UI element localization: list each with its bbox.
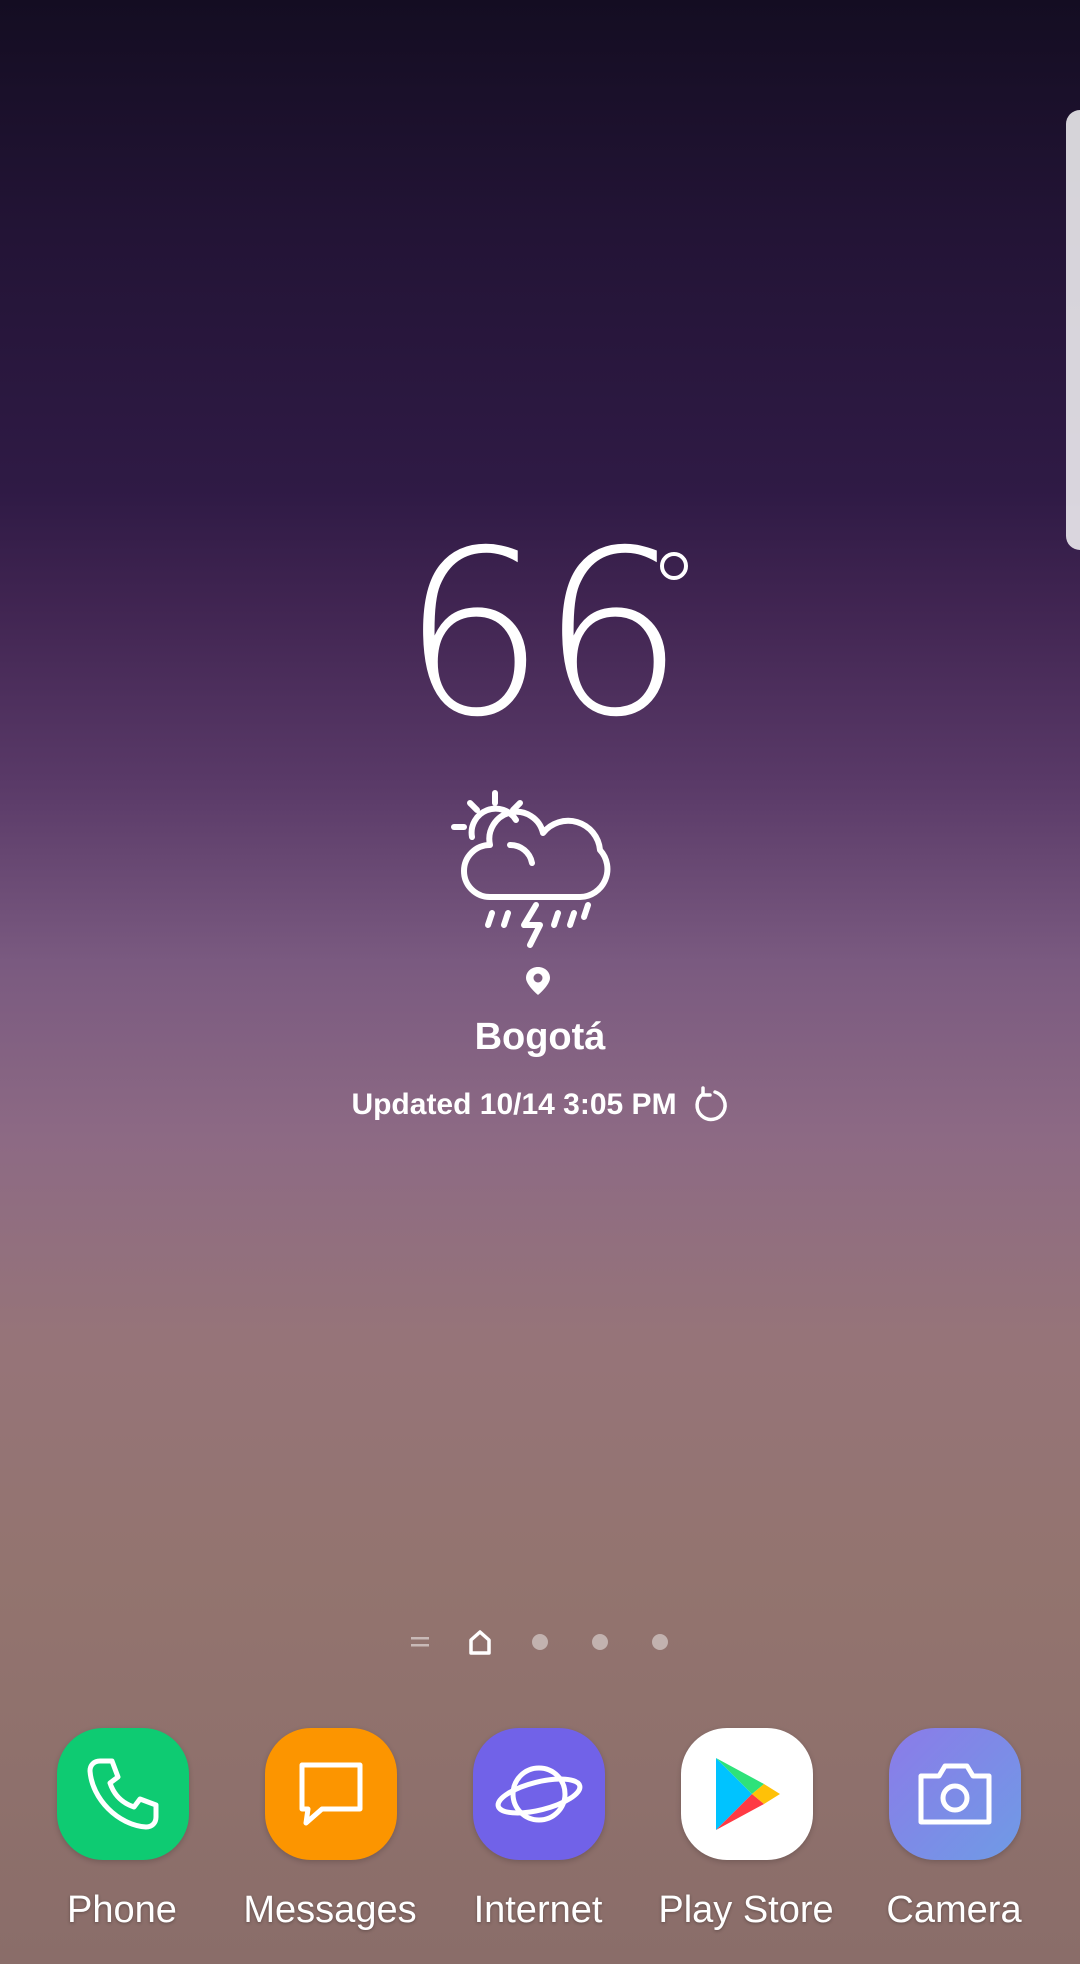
page-dot[interactable] [642,1624,678,1660]
camera-icon[interactable] [889,1728,1021,1860]
internet-planet-icon[interactable] [473,1728,605,1860]
refresh-icon[interactable] [691,1086,729,1124]
temperature-value: 66 [400,501,685,767]
app-label: Play Store [658,1889,834,1931]
page-dot[interactable] [522,1624,558,1660]
play-store-icon[interactable] [681,1728,813,1860]
app-dock: Phone Messages Internet Play Store Camer… [0,1720,1080,1940]
app-label: Messages [243,1889,417,1931]
location-pin-icon [526,967,550,995]
home-screen: 66 Bogotá Updated 10/14 3:05 PM Phone Me… [0,0,1080,1964]
degree-symbol [660,552,688,580]
city-name: Bogotá [474,1016,606,1058]
app-label: Phone [67,1889,177,1931]
menu-lines-icon[interactable] [402,1624,438,1660]
updated-row: Updated 10/14 3:05 PM [0,1085,1080,1125]
page-indicator [0,1624,1080,1660]
messages-icon[interactable] [265,1728,397,1860]
app-label: Camera [886,1889,1022,1931]
phone-icon[interactable] [57,1728,189,1860]
home-icon[interactable] [462,1624,498,1660]
page-dot[interactable] [582,1624,618,1660]
weather-widget[interactable]: 66 Bogotá Updated 10/14 3:05 PM [0,0,1080,1150]
updated-time: Updated 10/14 3:05 PM [351,1088,677,1121]
app-label: Internet [473,1889,603,1931]
partly-sunny-thunderstorm-icon [451,790,611,948]
